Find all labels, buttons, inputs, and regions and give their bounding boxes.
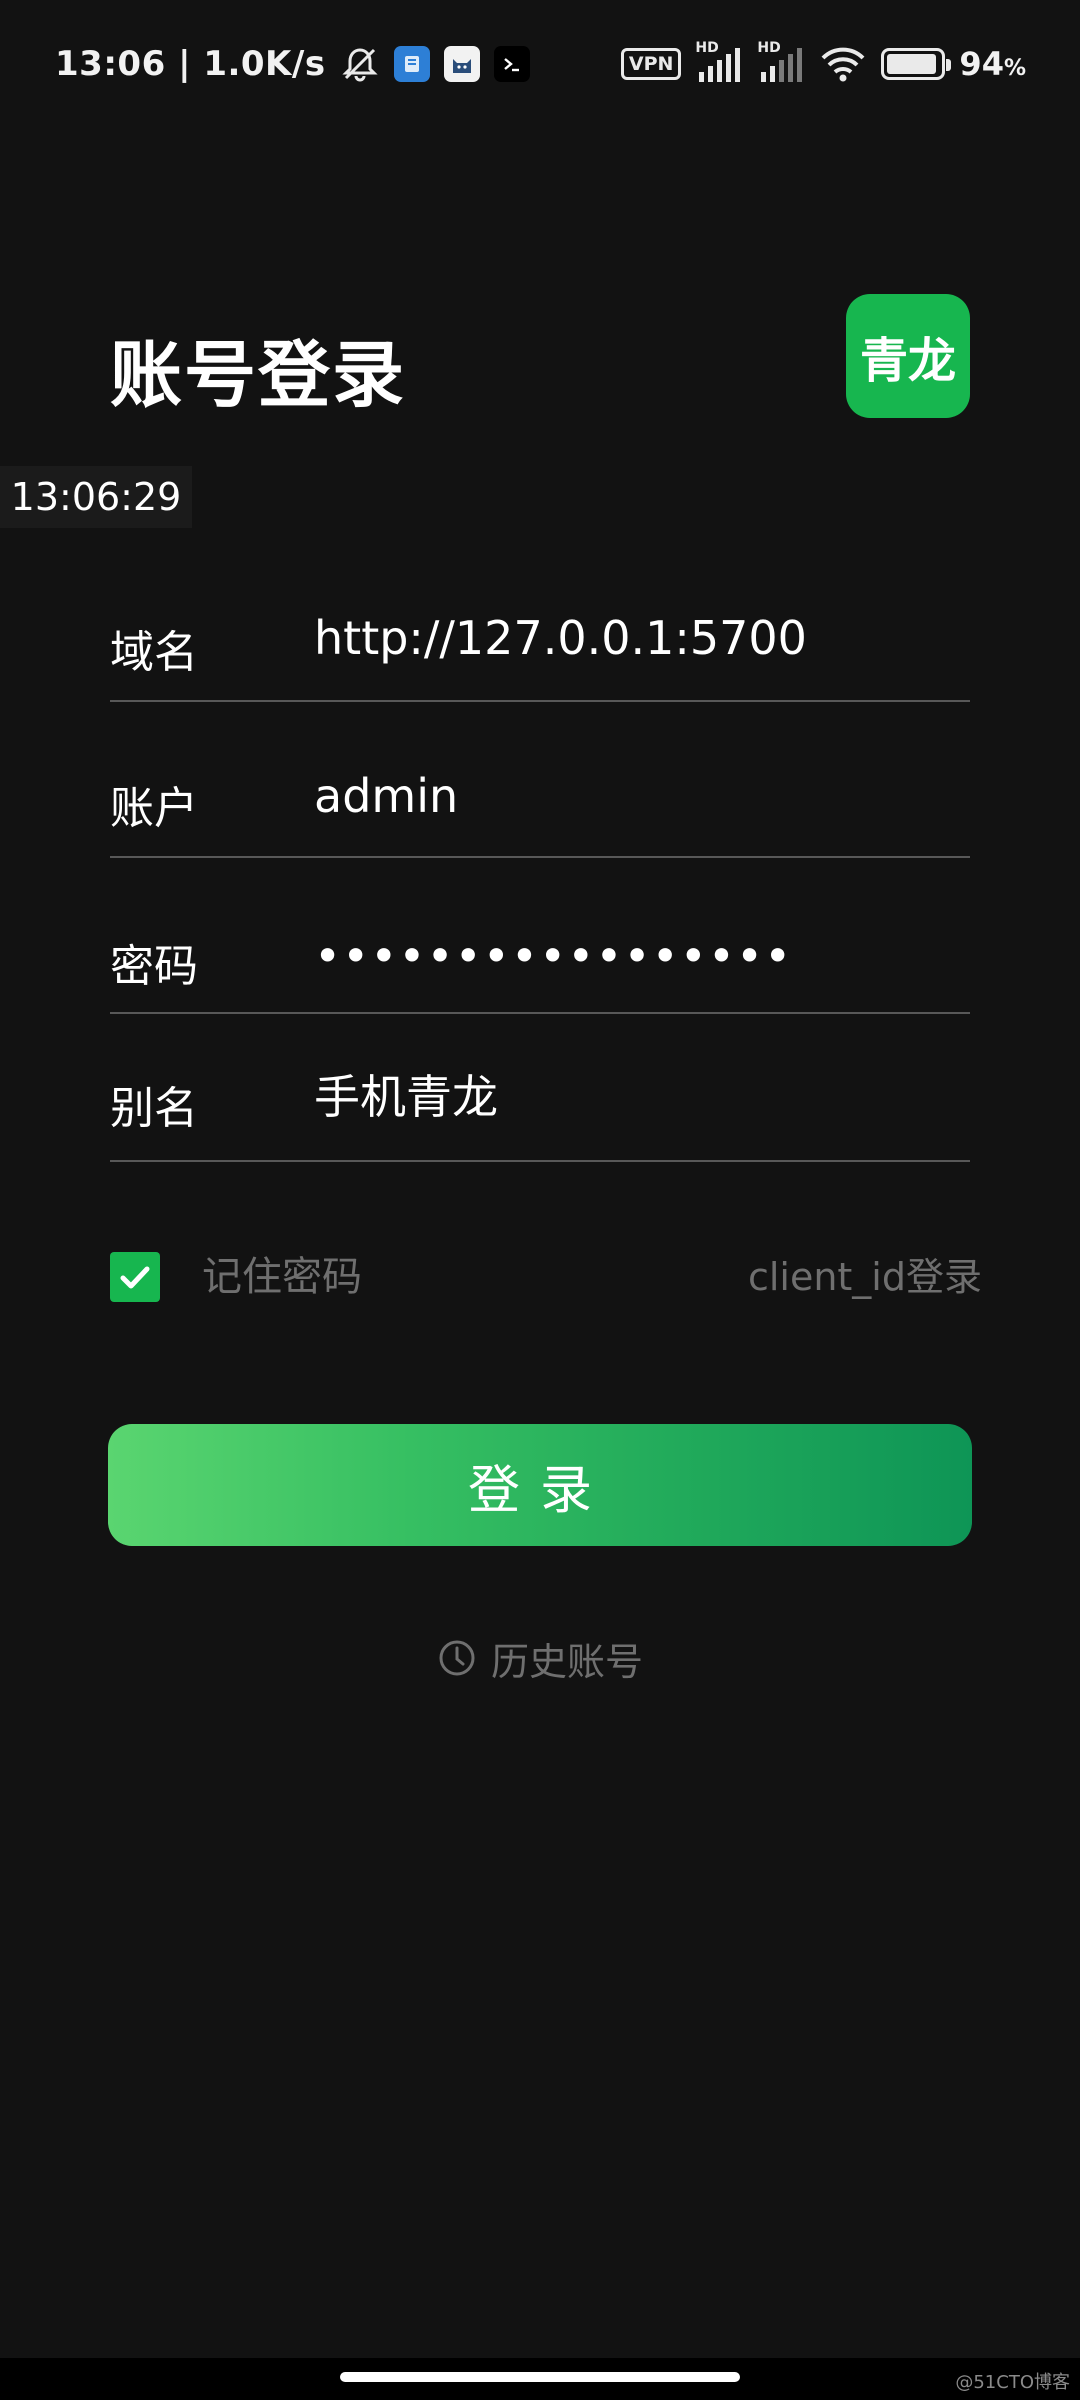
app-logo: 青龙: [846, 294, 970, 418]
clock-icon: [439, 1640, 475, 1676]
battery-fill: [887, 54, 937, 74]
account-row: 账户: [110, 752, 970, 858]
signal-icon-1: HD: [695, 40, 743, 84]
battery-icon: [881, 48, 952, 80]
watermark: @51CTO博客: [955, 2372, 1070, 2393]
vpn-badge: VPN: [620, 48, 682, 80]
domain-input[interactable]: [314, 606, 954, 670]
client-id-login-link[interactable]: client_id登录: [748, 1252, 982, 1302]
battery-nub: [946, 59, 952, 71]
page-title: 账号登录: [110, 333, 407, 417]
password-label: 密码: [110, 941, 198, 992]
terminal-icon: [493, 46, 530, 82]
wifi-icon: [819, 44, 867, 84]
navigation-bar: @51CTO博客: [0, 2358, 1080, 2400]
password-row: 密码 •••••••••••••••••: [110, 908, 970, 1014]
battery-percent-unit: %: [1003, 56, 1026, 81]
domain-label: 域名: [110, 627, 198, 678]
alias-row: 别名: [110, 1058, 970, 1162]
login-button[interactable]: 登录: [108, 1424, 972, 1546]
hd-label: HD: [757, 40, 781, 56]
app-cat-icon: [443, 46, 480, 82]
floating-clock[interactable]: 13:06:29: [0, 466, 192, 528]
hd-label: HD: [695, 40, 719, 56]
account-input[interactable]: [314, 764, 954, 828]
alias-input[interactable]: [314, 1062, 954, 1126]
remember-password-label[interactable]: 记住密码: [202, 1252, 362, 1302]
app-blue-icon: [393, 46, 430, 82]
check-icon: [120, 1266, 150, 1289]
home-indicator[interactable]: [340, 2372, 740, 2382]
status-left: 13:06 | 1.0K/s: [55, 40, 530, 88]
account-label: 账户: [110, 783, 198, 834]
login-screen: 13:06 | 1.0K/s VPN HD HD 94% 账号登录 青龙 13:…: [0, 0, 1080, 2400]
status-time: 13:06 | 1.0K/s: [55, 44, 326, 84]
remember-password-checkbox[interactable]: [110, 1252, 160, 1302]
status-right: VPN HD HD 94%: [620, 40, 1026, 88]
history-accounts-label: 历史账号: [490, 1639, 643, 1684]
mute-icon: [340, 44, 380, 84]
history-accounts-link[interactable]: 历史账号: [0, 1630, 1080, 1686]
password-input[interactable]: •••••••••••••••••: [314, 924, 954, 988]
alias-label: 别名: [110, 1083, 198, 1134]
signal-icon-2: HD: [757, 40, 805, 84]
domain-row: 域名: [110, 592, 970, 702]
battery-percent-value: 94: [959, 45, 1004, 83]
battery-percent: 94%: [959, 45, 1026, 83]
status-bar: 13:06 | 1.0K/s VPN HD HD 94%: [0, 0, 1080, 124]
